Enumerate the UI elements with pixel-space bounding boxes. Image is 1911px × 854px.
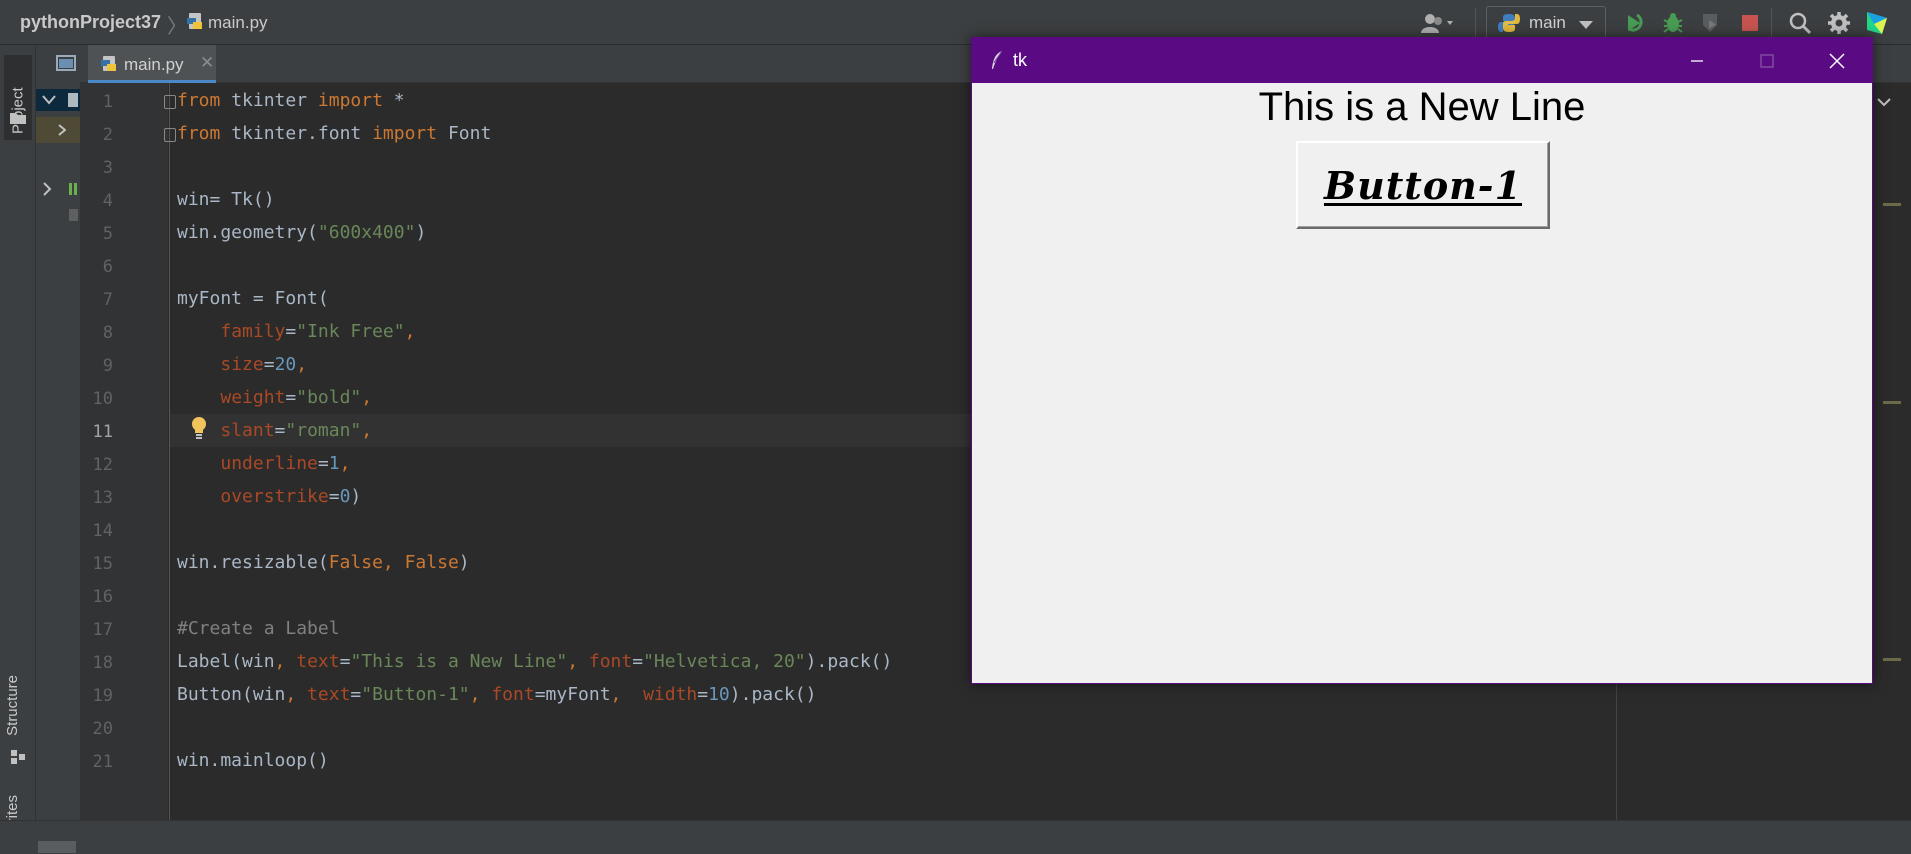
structure-tab-label: Structure (4, 675, 21, 736)
line-number: 8 (102, 323, 113, 343)
left-tool-strip: Project Structure Favorites (0, 45, 36, 854)
line-number: 12 (92, 455, 113, 475)
line-number: 6 (102, 257, 113, 277)
code-line-5: win.geometry("600x400") (177, 222, 427, 243)
python-icon (1498, 14, 1520, 32)
tab-label: main.py (124, 55, 184, 74)
jetbrains-icon[interactable] (1864, 10, 1890, 36)
close-icon (1829, 52, 1845, 69)
tk-label: This is a New Line (1258, 85, 1586, 129)
project-panel (36, 45, 80, 854)
run-configuration-selector[interactable]: main (1486, 6, 1606, 39)
code-line-11: slant="roman", (220, 420, 373, 441)
python-file-icon (187, 13, 202, 29)
code-line-7: myFont = Font( (177, 288, 329, 309)
code-line-9: size=20, (220, 354, 308, 375)
line-number: 21 (92, 752, 113, 772)
close-button[interactable] (1802, 38, 1872, 83)
stripe-mark[interactable] (1883, 401, 1901, 404)
close-icon[interactable]: ✕ (200, 53, 214, 73)
chevron-down-icon (1579, 21, 1593, 29)
line-number: 7 (102, 290, 113, 310)
coverage-icon[interactable] (1698, 10, 1724, 36)
chevron-down-icon[interactable] (1877, 97, 1891, 107)
line-number: 1 (102, 92, 113, 112)
maximize-button (1732, 38, 1802, 83)
tk-app-window: tk This is a New Line Button-1 (971, 37, 1873, 684)
minimize-button[interactable] (1662, 38, 1732, 83)
rerun-icon[interactable] (1622, 10, 1648, 36)
code-line-21: win.mainloop() (177, 750, 329, 771)
line-number: 17 (92, 620, 113, 640)
stripe-mark[interactable] (1883, 658, 1901, 661)
line-number: 16 (92, 587, 113, 607)
fold-marker-icon[interactable] (164, 95, 176, 109)
tree-row-file[interactable] (36, 117, 80, 143)
code-line-13: overstrike=0) (220, 486, 362, 507)
chevron-right-icon[interactable] (42, 182, 52, 196)
horizontal-scrollbar-thumb[interactable] (38, 841, 76, 853)
code-line-19: Button(win, text="Button-1", font=myFont… (177, 684, 817, 705)
line-number-gutter: 1 2 3 4 5 6 7 8 9 10 11 12 13 14 15 16 1… (80, 83, 168, 820)
line-number: 10 (92, 389, 113, 409)
breadcrumb-file[interactable]: main.py (208, 13, 268, 33)
structure-tool-tab[interactable]: Structure (4, 675, 21, 736)
line-number: 3 (102, 158, 113, 178)
code-line-15: win.resizable(False, False) (177, 552, 470, 573)
folder-icon (10, 113, 26, 124)
structure-icon (11, 750, 25, 764)
tk-window-title: tk (1013, 50, 1028, 70)
maximize-icon (1760, 53, 1774, 68)
fold-marker-icon[interactable] (164, 128, 176, 142)
code-line-8: family="Ink Free", (220, 321, 416, 342)
stop-icon[interactable] (1737, 10, 1763, 36)
minimize-icon (1691, 59, 1703, 62)
project-tool-tab[interactable]: Project (4, 55, 32, 140)
bottom-scroll-bar (0, 820, 1911, 854)
line-number: 9 (102, 356, 113, 376)
feather-icon (992, 50, 1003, 69)
toolbar-divider (1771, 8, 1772, 38)
scratches-icon (69, 209, 78, 221)
tab-main-py[interactable]: main.py ✕ (88, 45, 216, 83)
code-line-2: from tkinter.font import Font (177, 123, 492, 144)
external-libraries-icon (69, 183, 77, 195)
line-number: 2 (102, 125, 113, 145)
chevron-down-icon (42, 95, 56, 105)
code-line-17: #Create a Label (177, 618, 340, 639)
breadcrumb-separator: 〉 (167, 14, 187, 38)
code-line-10: weight="bold", (220, 387, 373, 408)
line-number: 5 (102, 224, 113, 244)
code-line-4: win= Tk() (177, 189, 275, 210)
code-line-18: Label(win, text="This is a New Line", fo… (177, 651, 893, 672)
tk-button-1[interactable]: Button-1 (1296, 141, 1550, 229)
breadcrumb-project[interactable]: pythonProject37 (20, 12, 161, 33)
stripe-mark[interactable] (1883, 203, 1901, 206)
settings-icon[interactable] (1826, 10, 1852, 36)
debug-icon[interactable] (1660, 10, 1686, 36)
chevron-right-icon (58, 124, 66, 136)
line-number: 13 (92, 488, 113, 508)
line-number: 19 (92, 686, 113, 706)
user-icon[interactable] (1418, 10, 1462, 36)
run-config-label: main (1529, 13, 1566, 32)
code-line-1: from tkinter import * (177, 90, 405, 111)
toolbar-divider (1475, 8, 1476, 38)
gutter-separator (169, 83, 170, 820)
line-number: 18 (92, 653, 113, 673)
search-icon[interactable] (1787, 10, 1813, 36)
python-file-icon (101, 56, 116, 71)
tk-button-label: Button-1 (1323, 162, 1523, 208)
tk-title-bar[interactable]: tk (972, 38, 1872, 83)
line-number-current: 11 (92, 422, 113, 442)
line-number: 14 (92, 521, 113, 541)
line-number: 15 (92, 554, 113, 574)
tree-row-project[interactable] (36, 89, 80, 111)
code-line-12: underline=1, (220, 453, 351, 474)
panel-layout-icon[interactable] (56, 55, 76, 71)
line-number: 20 (92, 719, 113, 739)
line-number: 4 (102, 191, 113, 211)
